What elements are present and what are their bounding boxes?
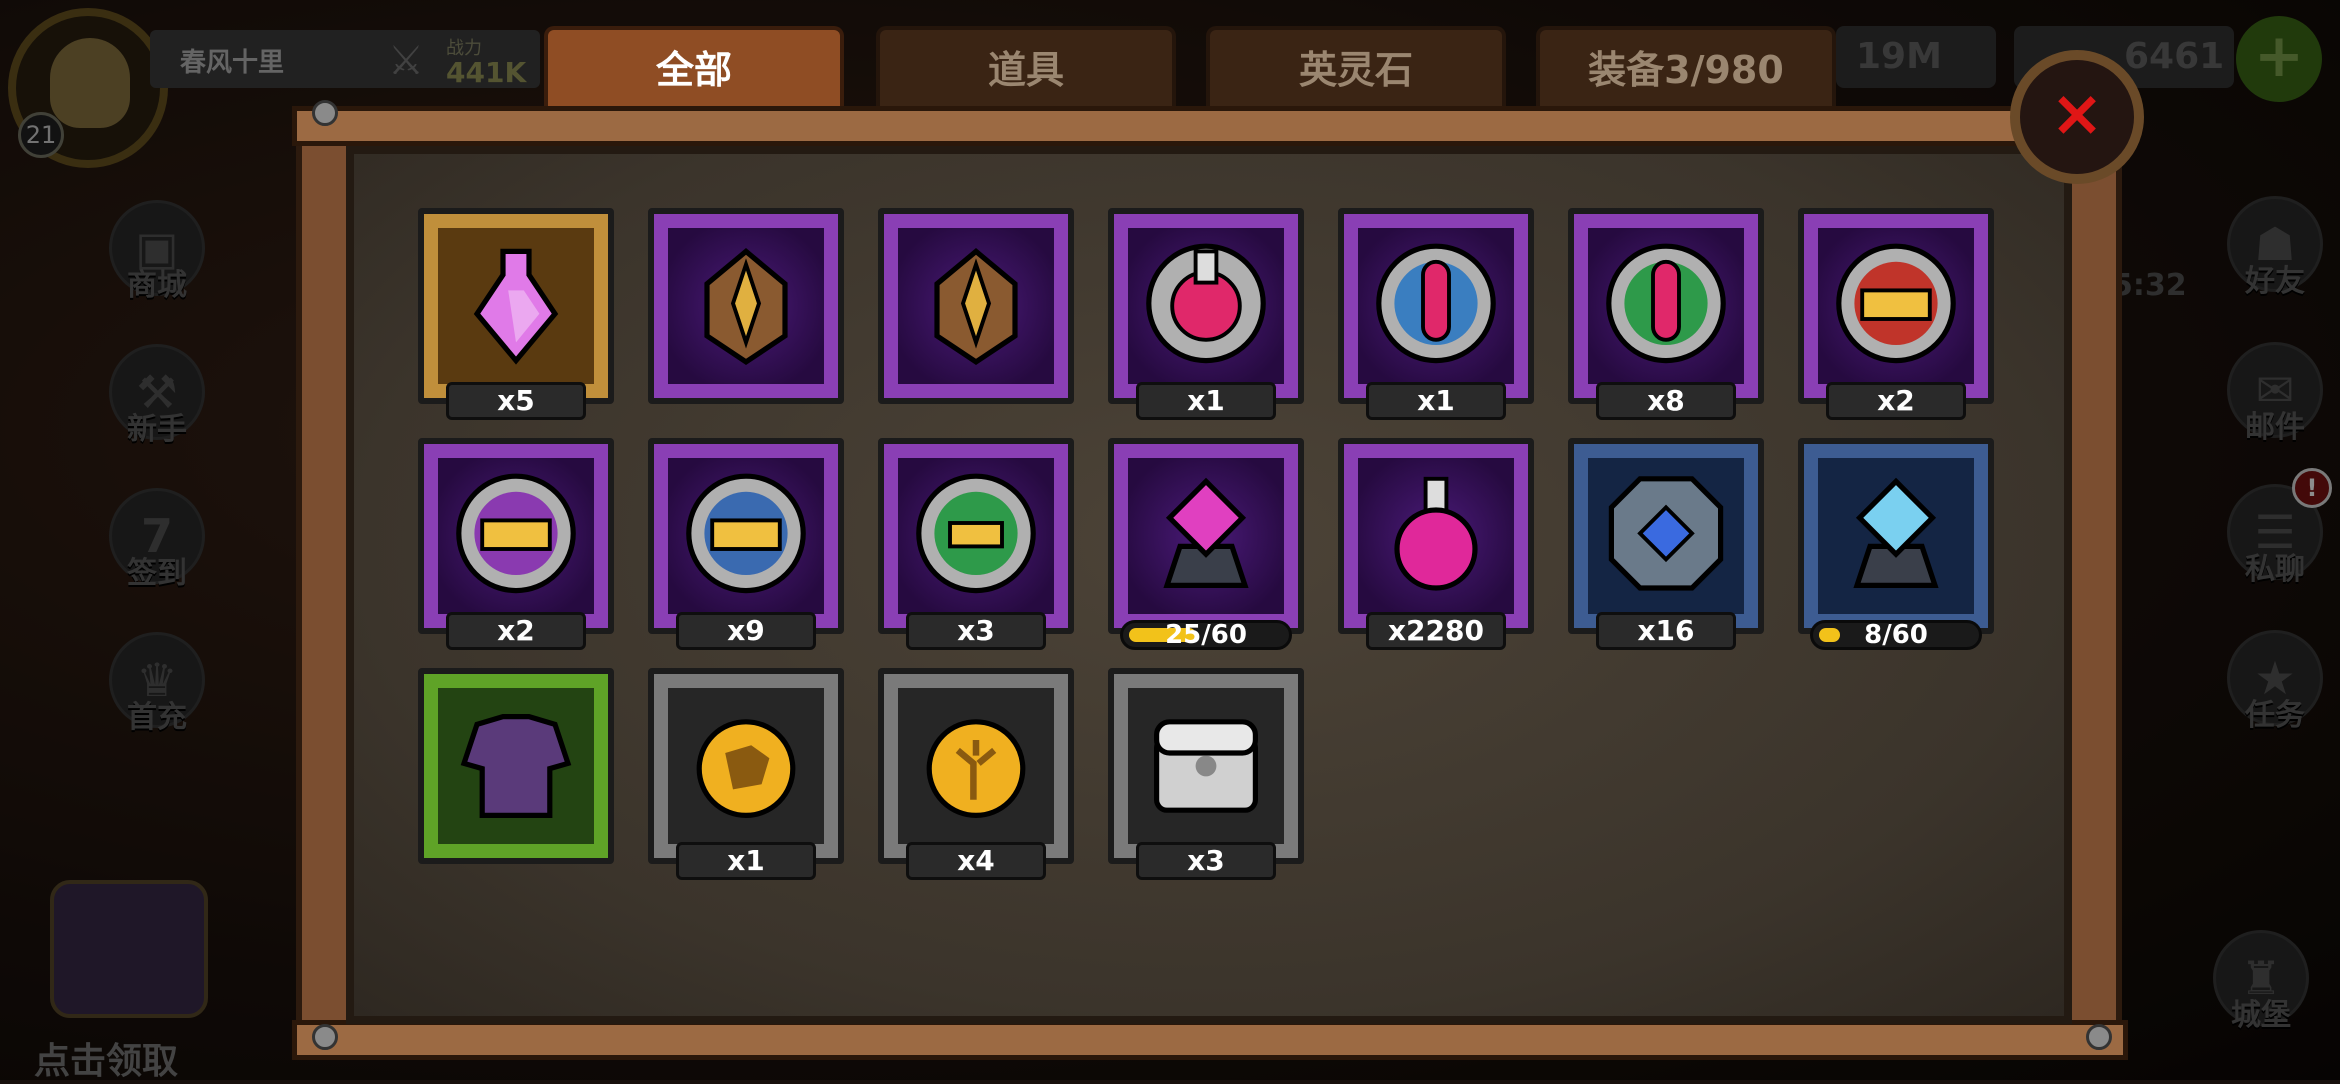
inventory-slot[interactable] xyxy=(418,668,614,864)
inventory-slot[interactable]: x9 xyxy=(648,438,844,650)
nail-icon xyxy=(2086,1024,2112,1050)
inventory-slot[interactable]: x2 xyxy=(418,438,614,650)
inventory-slot[interactable]: x8 xyxy=(1568,208,1764,420)
item-count: x5 xyxy=(446,382,586,420)
tree-medal-icon xyxy=(911,698,1041,828)
item-count: x1 xyxy=(1136,382,1276,420)
rune-stone-icon xyxy=(1601,468,1731,598)
item-count: x16 xyxy=(1596,612,1736,650)
tab-equipment[interactable]: 装备3/980 xyxy=(1536,26,1836,110)
item-count: x4 xyxy=(906,842,1046,880)
inventory-slot[interactable]: x1 xyxy=(1338,208,1534,420)
item-count: x1 xyxy=(1366,382,1506,420)
flask-badge-icon xyxy=(1141,238,1271,368)
tab-items[interactable]: 道具 xyxy=(876,26,1176,110)
item-count: x2280 xyxy=(1366,612,1506,650)
tab-spirit-stones[interactable]: 英灵石 xyxy=(1206,26,1506,110)
item-count: x2 xyxy=(1826,382,1966,420)
inventory-slot[interactable]: x3 xyxy=(878,438,1074,650)
item-count: x9 xyxy=(676,612,816,650)
pink-potion-icon xyxy=(451,238,581,368)
tab-all[interactable]: 全部 xyxy=(544,26,844,110)
gold-bars-purple-badge-icon xyxy=(451,468,581,598)
gold-bar-green-badge-icon xyxy=(911,468,1041,598)
purple-armor-icon xyxy=(451,698,581,828)
inventory-slot[interactable]: x2 xyxy=(1798,208,1994,420)
item-count: x1 xyxy=(676,842,816,880)
progress-text: 8/60 xyxy=(1864,620,1928,650)
gold-bars-red-badge-icon xyxy=(1831,238,1961,368)
inventory-slot[interactable]: x5 xyxy=(418,208,614,420)
inventory-slot[interactable]: x1 xyxy=(648,668,844,880)
gold-bars-blue-badge-icon xyxy=(681,468,811,598)
inventory-slot[interactable] xyxy=(878,208,1074,404)
nail-icon xyxy=(312,100,338,126)
frame-bottom-rail xyxy=(292,1020,2128,1060)
helmet-icon xyxy=(681,238,811,368)
inventory-slot[interactable]: x3 xyxy=(1108,668,1304,880)
helmet-icon xyxy=(911,238,1041,368)
inventory-slot[interactable]: x4 xyxy=(878,668,1074,880)
pink-flask-icon xyxy=(1371,468,1501,598)
silver-chest-icon xyxy=(1141,698,1271,828)
inventory-slot[interactable]: x1 xyxy=(1108,208,1304,420)
pink-crystal-ore-icon xyxy=(1141,468,1271,598)
item-count: x3 xyxy=(906,612,1046,650)
item-progress-bar: 25/60 xyxy=(1120,620,1292,650)
item-count: x2 xyxy=(446,612,586,650)
inventory-slot[interactable]: x16 xyxy=(1568,438,1764,650)
item-count: x3 xyxy=(1136,842,1276,880)
inventory-slot[interactable] xyxy=(648,208,844,404)
test-tube-green-badge-icon xyxy=(1601,238,1731,368)
progress-text: 25/60 xyxy=(1165,620,1247,650)
test-tube-badge-icon xyxy=(1371,238,1501,368)
close-button[interactable]: × xyxy=(2010,50,2144,184)
item-progress-bar: 8/60 xyxy=(1810,620,1982,650)
item-count: x8 xyxy=(1596,382,1736,420)
inventory-slot[interactable]: x2280 xyxy=(1338,438,1534,650)
blue-crystal-ore-icon xyxy=(1831,468,1961,598)
inventory-slot[interactable]: 8/60 xyxy=(1798,438,1994,650)
map-medal-icon xyxy=(681,698,811,828)
frame-top-rail xyxy=(292,106,2128,146)
inventory-slot[interactable]: 25/60 xyxy=(1108,438,1304,650)
nail-icon xyxy=(312,1024,338,1050)
